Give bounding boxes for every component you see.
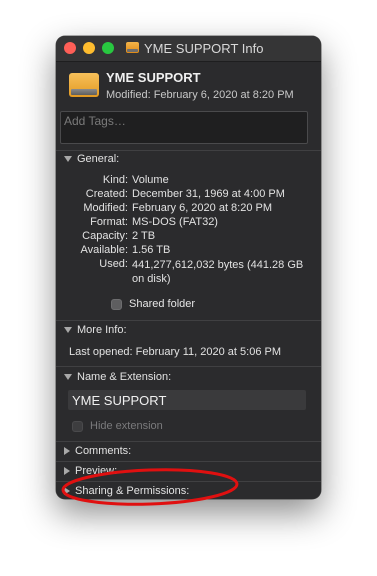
checkbox-box[interactable] xyxy=(111,298,122,310)
divider xyxy=(56,481,321,482)
kind-value: Volume xyxy=(132,174,169,186)
volume-modified: Modified: February 6, 2020 at 8:20 PM xyxy=(106,89,294,101)
disclosure-down-icon xyxy=(64,156,72,162)
window-title: YME SUPPORT Info xyxy=(144,41,264,56)
divider xyxy=(56,366,321,367)
section-comments-toggle[interactable]: Comments: xyxy=(64,445,131,457)
capacity-label: Capacity: xyxy=(82,230,128,242)
section-general-toggle[interactable]: General: xyxy=(64,153,119,165)
section-preview-label: Preview: xyxy=(75,465,118,477)
section-sharing-label: Sharing & Permissions: xyxy=(75,485,190,497)
created-label: Created: xyxy=(85,188,128,200)
created-value: December 31, 1969 at 4:00 PM xyxy=(132,188,285,200)
name-input[interactable] xyxy=(68,390,306,410)
divider xyxy=(56,441,321,442)
divider xyxy=(56,320,321,321)
tags-field[interactable] xyxy=(60,111,308,144)
disclosure-down-icon xyxy=(64,327,72,333)
modified-label: Modified: xyxy=(83,202,128,214)
checkbox-box[interactable] xyxy=(72,420,83,432)
used-value: 441,277,612,032 bytes (441.28 GB on disk… xyxy=(132,259,304,285)
available-label: Available: xyxy=(80,244,129,256)
capacity-value: 2 TB xyxy=(132,230,156,242)
section-name-extension-toggle[interactable]: Name & Extension: xyxy=(64,371,171,383)
disclosure-right-icon xyxy=(64,447,70,455)
modified-value: February 6, 2020 at 8:20 PM xyxy=(132,202,273,214)
used-label: Used: xyxy=(99,258,128,270)
hide-extension-checkbox[interactable]: Hide extension xyxy=(72,420,163,432)
disclosure-down-icon xyxy=(64,374,72,380)
kind-label: Kind: xyxy=(102,174,128,186)
section-comments-label: Comments: xyxy=(75,445,132,457)
section-preview-toggle[interactable]: Preview: xyxy=(64,465,117,477)
shared-folder-label: Shared folder xyxy=(129,298,196,310)
tags-input[interactable] xyxy=(61,113,307,129)
close-button[interactable] xyxy=(64,42,76,54)
name-field[interactable] xyxy=(68,390,306,410)
section-sharing-toggle[interactable]: Sharing & Permissions: xyxy=(64,485,189,497)
title-bar[interactable]: YME SUPPORT Info xyxy=(56,36,321,62)
external-drive-icon xyxy=(69,73,99,97)
volume-name: YME SUPPORT xyxy=(106,70,201,85)
section-general-label: General: xyxy=(77,153,120,165)
disclosure-right-icon xyxy=(64,467,70,475)
zoom-button[interactable] xyxy=(102,42,114,54)
available-value: 1.56 TB xyxy=(132,244,171,256)
format-label: Format: xyxy=(90,216,128,228)
hide-extension-label: Hide extension xyxy=(90,420,163,432)
shared-folder-checkbox[interactable]: Shared folder xyxy=(111,298,195,310)
section-more-info-toggle[interactable]: More Info: xyxy=(64,324,127,336)
info-window: YME SUPPORT Info YME SUPPORT Modified: F… xyxy=(56,36,321,499)
section-more-info-label: More Info: xyxy=(77,324,127,336)
disclosure-right-icon xyxy=(64,487,70,495)
minimize-button[interactable] xyxy=(83,42,95,54)
section-name-extension-label: Name & Extension: xyxy=(77,371,172,383)
divider xyxy=(56,461,321,462)
drive-icon xyxy=(126,42,139,53)
last-opened-text: Last opened: February 11, 2020 at 5:06 P… xyxy=(69,346,281,358)
divider xyxy=(56,150,321,151)
format-value: MS-DOS (FAT32) xyxy=(132,216,218,228)
